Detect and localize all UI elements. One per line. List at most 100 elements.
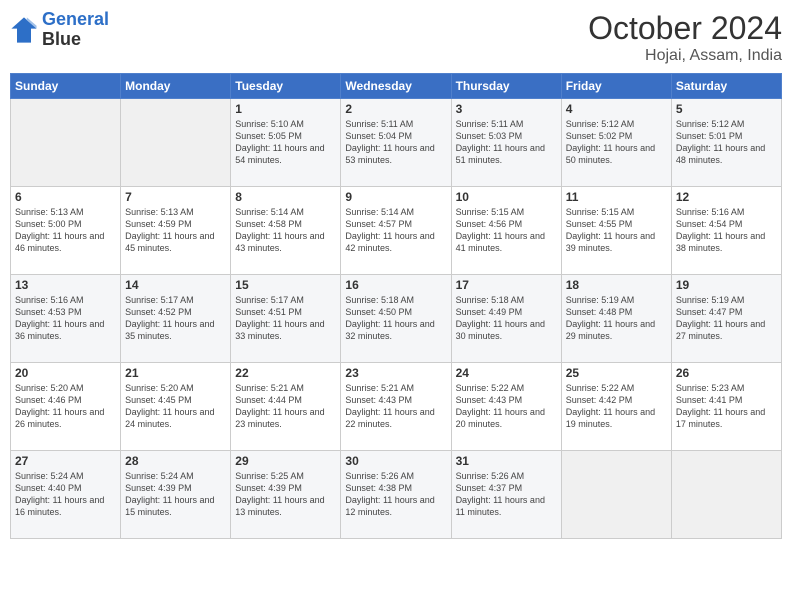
header-day-friday: Friday bbox=[561, 74, 671, 99]
cell-content: Sunrise: 5:18 AMSunset: 4:50 PMDaylight:… bbox=[345, 294, 446, 343]
calendar-cell: 16 Sunrise: 5:18 AMSunset: 4:50 PMDayligh… bbox=[341, 275, 451, 363]
cell-content: Sunrise: 5:19 AMSunset: 4:47 PMDaylight:… bbox=[676, 294, 777, 343]
cell-content: Sunrise: 5:26 AMSunset: 4:38 PMDaylight:… bbox=[345, 470, 446, 519]
calendar-cell: 8 Sunrise: 5:14 AMSunset: 4:58 PMDaylight… bbox=[231, 187, 341, 275]
calendar-cell: 21 Sunrise: 5:20 AMSunset: 4:45 PMDayligh… bbox=[121, 363, 231, 451]
cell-content: Sunrise: 5:18 AMSunset: 4:49 PMDaylight:… bbox=[456, 294, 557, 343]
cell-content: Sunrise: 5:19 AMSunset: 4:48 PMDaylight:… bbox=[566, 294, 667, 343]
day-number: 26 bbox=[676, 366, 777, 380]
day-number: 12 bbox=[676, 190, 777, 204]
day-number: 23 bbox=[345, 366, 446, 380]
cell-content: Sunrise: 5:17 AMSunset: 4:51 PMDaylight:… bbox=[235, 294, 336, 343]
calendar-cell: 12 Sunrise: 5:16 AMSunset: 4:54 PMDayligh… bbox=[671, 187, 781, 275]
week-row-2: 13 Sunrise: 5:16 AMSunset: 4:53 PMDayligh… bbox=[11, 275, 782, 363]
calendar-cell: 6 Sunrise: 5:13 AMSunset: 5:00 PMDaylight… bbox=[11, 187, 121, 275]
day-number: 21 bbox=[125, 366, 226, 380]
header-day-saturday: Saturday bbox=[671, 74, 781, 99]
cell-content: Sunrise: 5:10 AMSunset: 5:05 PMDaylight:… bbox=[235, 118, 336, 167]
cell-content: Sunrise: 5:15 AMSunset: 4:56 PMDaylight:… bbox=[456, 206, 557, 255]
day-number: 31 bbox=[456, 454, 557, 468]
cell-content: Sunrise: 5:22 AMSunset: 4:42 PMDaylight:… bbox=[566, 382, 667, 431]
day-number: 20 bbox=[15, 366, 116, 380]
page: General Blue October 2024 Hojai, Assam, … bbox=[0, 0, 792, 612]
cell-content: Sunrise: 5:20 AMSunset: 4:45 PMDaylight:… bbox=[125, 382, 226, 431]
cell-content: Sunrise: 5:17 AMSunset: 4:52 PMDaylight:… bbox=[125, 294, 226, 343]
day-number: 8 bbox=[235, 190, 336, 204]
cell-content: Sunrise: 5:15 AMSunset: 4:55 PMDaylight:… bbox=[566, 206, 667, 255]
cell-content: Sunrise: 5:24 AMSunset: 4:40 PMDaylight:… bbox=[15, 470, 116, 519]
calendar-cell: 15 Sunrise: 5:17 AMSunset: 4:51 PMDayligh… bbox=[231, 275, 341, 363]
title-area: October 2024 Hojai, Assam, India bbox=[588, 10, 782, 65]
calendar-cell: 1Sunrise: 5:10 AMSunset: 5:05 PMDaylight… bbox=[231, 99, 341, 187]
cell-content: Sunrise: 5:20 AMSunset: 4:46 PMDaylight:… bbox=[15, 382, 116, 431]
cell-content: Sunrise: 5:16 AMSunset: 4:53 PMDaylight:… bbox=[15, 294, 116, 343]
logo-icon bbox=[10, 16, 38, 44]
day-number: 4 bbox=[566, 102, 667, 116]
day-number: 28 bbox=[125, 454, 226, 468]
day-number: 16 bbox=[345, 278, 446, 292]
week-row-1: 6 Sunrise: 5:13 AMSunset: 5:00 PMDaylight… bbox=[11, 187, 782, 275]
cell-content: Sunrise: 5:11 AMSunset: 5:03 PMDaylight:… bbox=[456, 118, 557, 167]
day-number: 3 bbox=[456, 102, 557, 116]
calendar-cell: 20 Sunrise: 5:20 AMSunset: 4:46 PMDayligh… bbox=[11, 363, 121, 451]
calendar-cell: 25 Sunrise: 5:22 AMSunset: 4:42 PMDayligh… bbox=[561, 363, 671, 451]
calendar-cell: 4 Sunrise: 5:12 AMSunset: 5:02 PMDaylight… bbox=[561, 99, 671, 187]
day-number: 30 bbox=[345, 454, 446, 468]
cell-content: Sunrise: 5:12 AMSunset: 5:02 PMDaylight:… bbox=[566, 118, 667, 167]
header-day-wednesday: Wednesday bbox=[341, 74, 451, 99]
location-title: Hojai, Assam, India bbox=[588, 47, 782, 65]
cell-content: Sunrise: 5:22 AMSunset: 4:43 PMDaylight:… bbox=[456, 382, 557, 431]
day-number: 24 bbox=[456, 366, 557, 380]
day-number: 18 bbox=[566, 278, 667, 292]
week-row-0: 1Sunrise: 5:10 AMSunset: 5:05 PMDaylight… bbox=[11, 99, 782, 187]
calendar-cell: 13 Sunrise: 5:16 AMSunset: 4:53 PMDayligh… bbox=[11, 275, 121, 363]
day-number: 17 bbox=[456, 278, 557, 292]
calendar-cell: 2 Sunrise: 5:11 AMSunset: 5:04 PMDaylight… bbox=[341, 99, 451, 187]
calendar-cell: 23Sunrise: 5:21 AMSunset: 4:43 PMDayligh… bbox=[341, 363, 451, 451]
calendar-cell: 17 Sunrise: 5:18 AMSunset: 4:49 PMDayligh… bbox=[451, 275, 561, 363]
day-number: 6 bbox=[15, 190, 116, 204]
day-number: 15 bbox=[235, 278, 336, 292]
cell-content: Sunrise: 5:13 AMSunset: 4:59 PMDaylight:… bbox=[125, 206, 226, 255]
day-number: 5 bbox=[676, 102, 777, 116]
calendar-cell: 26 Sunrise: 5:23 AMSunset: 4:41 PMDayligh… bbox=[671, 363, 781, 451]
day-number: 27 bbox=[15, 454, 116, 468]
calendar-cell: 30 Sunrise: 5:26 AMSunset: 4:38 PMDayligh… bbox=[341, 451, 451, 539]
day-number: 13 bbox=[15, 278, 116, 292]
logo-text: General Blue bbox=[42, 10, 109, 50]
header-row: SundayMondayTuesdayWednesdayThursdayFrid… bbox=[11, 74, 782, 99]
cell-content: Sunrise: 5:14 AMSunset: 4:58 PMDaylight:… bbox=[235, 206, 336, 255]
cell-content: Sunrise: 5:21 AMSunset: 4:44 PMDaylight:… bbox=[235, 382, 336, 431]
calendar-cell: 5Sunrise: 5:12 AMSunset: 5:01 PMDaylight… bbox=[671, 99, 781, 187]
calendar-cell: 29Sunrise: 5:25 AMSunset: 4:39 PMDayligh… bbox=[231, 451, 341, 539]
day-number: 14 bbox=[125, 278, 226, 292]
cell-content: Sunrise: 5:16 AMSunset: 4:54 PMDaylight:… bbox=[676, 206, 777, 255]
calendar-cell bbox=[11, 99, 121, 187]
calendar-cell: 24 Sunrise: 5:22 AMSunset: 4:43 PMDayligh… bbox=[451, 363, 561, 451]
cell-content: Sunrise: 5:11 AMSunset: 5:04 PMDaylight:… bbox=[345, 118, 446, 167]
day-number: 7 bbox=[125, 190, 226, 204]
cell-content: Sunrise: 5:24 AMSunset: 4:39 PMDaylight:… bbox=[125, 470, 226, 519]
calendar-cell bbox=[561, 451, 671, 539]
header-day-monday: Monday bbox=[121, 74, 231, 99]
cell-content: Sunrise: 5:13 AMSunset: 5:00 PMDaylight:… bbox=[15, 206, 116, 255]
calendar-cell: 28 Sunrise: 5:24 AMSunset: 4:39 PMDayligh… bbox=[121, 451, 231, 539]
month-title: October 2024 bbox=[588, 10, 782, 47]
header-day-thursday: Thursday bbox=[451, 74, 561, 99]
day-number: 19 bbox=[676, 278, 777, 292]
day-number: 11 bbox=[566, 190, 667, 204]
cell-content: Sunrise: 5:26 AMSunset: 4:37 PMDaylight:… bbox=[456, 470, 557, 519]
week-row-4: 27 Sunrise: 5:24 AMSunset: 4:40 PMDayligh… bbox=[11, 451, 782, 539]
calendar-cell: 19 Sunrise: 5:19 AMSunset: 4:47 PMDayligh… bbox=[671, 275, 781, 363]
calendar-cell: 18 Sunrise: 5:19 AMSunset: 4:48 PMDayligh… bbox=[561, 275, 671, 363]
day-number: 25 bbox=[566, 366, 667, 380]
week-row-3: 20 Sunrise: 5:20 AMSunset: 4:46 PMDayligh… bbox=[11, 363, 782, 451]
cell-content: Sunrise: 5:25 AMSunset: 4:39 PMDaylight:… bbox=[235, 470, 336, 519]
header: General Blue October 2024 Hojai, Assam, … bbox=[10, 10, 782, 65]
day-number: 2 bbox=[345, 102, 446, 116]
header-day-tuesday: Tuesday bbox=[231, 74, 341, 99]
day-number: 9 bbox=[345, 190, 446, 204]
cell-content: Sunrise: 5:23 AMSunset: 4:41 PMDaylight:… bbox=[676, 382, 777, 431]
cell-content: Sunrise: 5:14 AMSunset: 4:57 PMDaylight:… bbox=[345, 206, 446, 255]
day-number: 10 bbox=[456, 190, 557, 204]
